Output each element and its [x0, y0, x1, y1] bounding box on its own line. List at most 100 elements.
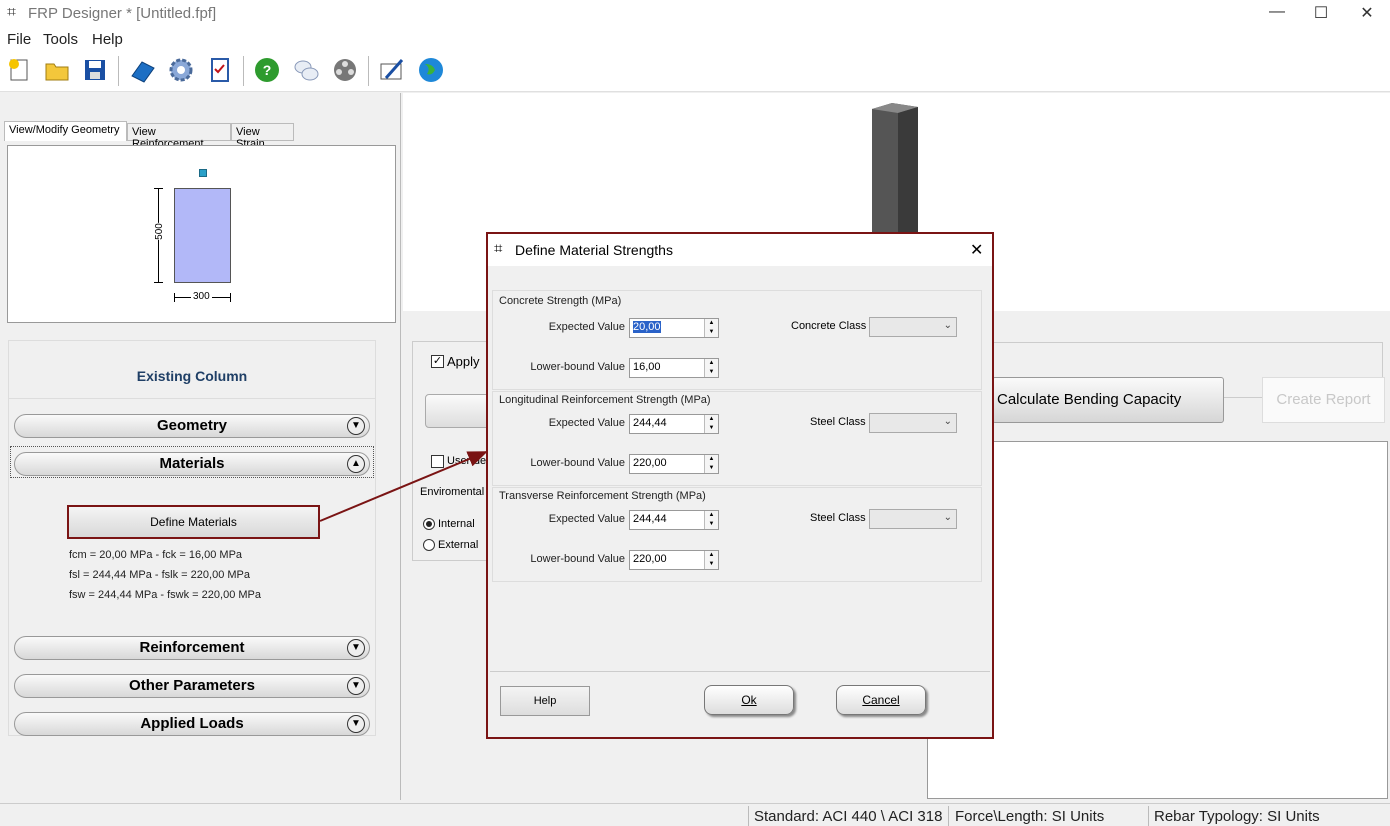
- left-panel: View/Modify Geometry View Reinforcement …: [0, 93, 401, 800]
- chevron-down-icon[interactable]: ▼: [347, 677, 365, 695]
- window-title: FRP Designer * [Untitled.fpf]: [28, 5, 217, 22]
- status-standard: Standard: ACI 440 \ ACI 318: [754, 808, 943, 825]
- transverse-expected-label: Expected Value: [548, 513, 625, 525]
- chevron-up-icon[interactable]: ▲: [347, 455, 365, 473]
- concrete-lower-label: Lower-bound Value: [530, 361, 625, 373]
- transverse-steel-class-select[interactable]: ⌄: [869, 509, 957, 529]
- materials-accordion[interactable]: Materials ▲: [14, 452, 370, 476]
- transverse-steel-class-label: Steel Class: [810, 512, 866, 524]
- longitudinal-group: Longitudinal Reinforcement Strength (MPa…: [492, 391, 982, 486]
- menu-bar: File Tools Help: [0, 28, 1390, 50]
- longitudinal-values: fsl = 244,44 MPa - fslk = 220,00 MPa: [69, 569, 250, 581]
- applied-loads-accordion[interactable]: Applied Loads ▼: [14, 712, 370, 736]
- spinner-arrows-icon[interactable]: ▲ ▼: [704, 359, 718, 377]
- applied-loads-accordion-label: Applied Loads: [140, 715, 244, 732]
- manual-book-icon[interactable]: [126, 54, 158, 86]
- transverse-expected-input[interactable]: 244,44 ▲ ▼: [629, 510, 719, 530]
- spinner-arrows-icon[interactable]: ▲ ▼: [704, 551, 718, 569]
- longitudinal-lower-input[interactable]: 220,00 ▲ ▼: [629, 454, 719, 474]
- chevron-down-icon: ⌄: [943, 320, 952, 331]
- concrete-class-label: Concrete Class: [791, 320, 867, 332]
- define-material-strengths-dialog: ⌗ Define Material Strengths ✕ Concrete S…: [486, 232, 994, 739]
- apply-label: Apply: [447, 354, 480, 369]
- chevron-down-icon[interactable]: ▼: [347, 417, 365, 435]
- column-section: [174, 188, 231, 283]
- geometry-accordion-label: Geometry: [156, 417, 228, 434]
- ok-button[interactable]: Ok: [704, 685, 794, 715]
- define-materials-button[interactable]: Define Materials: [67, 505, 320, 539]
- help-question-icon[interactable]: ?: [251, 54, 283, 86]
- reinforcement-accordion-label: Reinforcement: [139, 639, 245, 656]
- longitudinal-expected-input[interactable]: 244,44 ▲ ▼: [629, 414, 719, 434]
- status-bar: Standard: ACI 440 \ ACI 318 Force\Length…: [0, 803, 1390, 826]
- settings-gear-icon[interactable]: [165, 54, 197, 86]
- rebar-marker: [199, 169, 207, 177]
- longitudinal-lower-label: Lower-bound Value: [530, 457, 625, 469]
- app-icon: ⌗: [7, 4, 17, 21]
- maximize-icon[interactable]: ☐: [1306, 3, 1336, 23]
- user-defined-checkbox[interactable]: [431, 455, 444, 468]
- chevron-down-icon[interactable]: ▼: [347, 715, 365, 733]
- tab-view-modify-geometry[interactable]: View/Modify Geometry: [4, 121, 127, 141]
- open-folder-icon[interactable]: [41, 54, 73, 86]
- calculate-bending-capacity-button[interactable]: Calculate Bending Capacity: [992, 377, 1224, 423]
- cancel-button[interactable]: Cancel: [836, 685, 926, 715]
- other-parameters-accordion[interactable]: Other Parameters ▼: [14, 674, 370, 698]
- existing-column-label: Existing Column: [136, 368, 248, 384]
- status-units: Force\Length: SI Units: [955, 808, 1105, 825]
- longitudinal-steel-class-select[interactable]: ⌄: [869, 413, 957, 433]
- concrete-class-select[interactable]: ⌄: [869, 317, 957, 337]
- user-defined-label: User-de: [447, 455, 487, 467]
- save-disk-icon[interactable]: [79, 54, 111, 86]
- spinner-arrows-icon[interactable]: ▲ ▼: [704, 415, 718, 433]
- tab-view-reinforcement[interactable]: View Reinforcement: [127, 123, 231, 150]
- concrete-values: fcm = 20,00 MPa - fck = 16,00 MPa: [69, 549, 243, 561]
- svg-text:?: ?: [263, 62, 272, 78]
- chevron-down-icon: ⌄: [943, 416, 952, 427]
- geometry-accordion[interactable]: Geometry ▼: [14, 414, 370, 438]
- spinner-arrows-icon[interactable]: ▲ ▼: [704, 319, 718, 337]
- checklist-icon[interactable]: [204, 54, 236, 86]
- create-report-button[interactable]: Create Report: [1262, 377, 1385, 423]
- concrete-lower-input[interactable]: 16,00 ▲ ▼: [629, 358, 719, 378]
- internal-label: Internal: [438, 518, 475, 530]
- chevron-down-icon[interactable]: ▼: [347, 639, 365, 657]
- reinforcement-accordion[interactable]: Reinforcement ▼: [14, 636, 370, 660]
- enviromental-label: Enviromental: [420, 486, 485, 498]
- film-reel-icon[interactable]: [329, 54, 361, 86]
- spinner-arrows-icon[interactable]: ▲ ▼: [704, 455, 718, 473]
- materials-accordion-label: Materials: [159, 455, 225, 472]
- transverse-values: fsw = 244,44 MPa - fswk = 220,00 MPa: [69, 589, 261, 601]
- tab-view-strain[interactable]: View Strain: [231, 123, 294, 150]
- longitudinal-expected-label: Expected Value: [548, 417, 625, 429]
- menu-file[interactable]: File: [7, 31, 31, 48]
- concrete-group: Concrete Strength (MPa) Expected Value 2…: [492, 290, 982, 390]
- chat-bubbles-icon[interactable]: [290, 54, 322, 86]
- toolbar: ?: [0, 50, 1390, 92]
- title-bar: ⌗ FRP Designer * [Untitled.fpf] — ☐ ✕: [0, 0, 1390, 28]
- spinner-arrows-icon[interactable]: ▲ ▼: [704, 511, 718, 529]
- help-button[interactable]: Help: [500, 686, 590, 716]
- apply-button[interactable]: [425, 394, 495, 428]
- minimize-icon[interactable]: —: [1262, 3, 1292, 21]
- internal-radio[interactable]: [423, 518, 435, 530]
- email-pen-icon[interactable]: [376, 54, 408, 86]
- new-file-icon[interactable]: [3, 54, 35, 86]
- close-icon[interactable]: ✕: [1352, 3, 1382, 23]
- menu-help[interactable]: Help: [92, 31, 123, 48]
- external-radio[interactable]: [423, 539, 435, 551]
- dialog-close-icon[interactable]: ✕: [970, 240, 983, 260]
- transverse-group-title: Transverse Reinforcement Strength (MPa): [499, 490, 706, 502]
- transverse-lower-label: Lower-bound Value: [530, 553, 625, 565]
- column-3d-render: [872, 103, 918, 243]
- menu-tools[interactable]: Tools: [43, 31, 78, 48]
- width-dimension: 300: [191, 291, 212, 302]
- globe-icon[interactable]: [415, 54, 447, 86]
- transverse-lower-input[interactable]: 220,00 ▲ ▼: [629, 550, 719, 570]
- longitudinal-steel-class-label: Steel Class: [810, 416, 866, 428]
- transverse-group: Transverse Reinforcement Strength (MPa) …: [492, 487, 982, 582]
- apply-checkbox[interactable]: ✓: [431, 355, 444, 368]
- results-area: [927, 441, 1388, 799]
- concrete-expected-input[interactable]: 20,00 ▲ ▼: [629, 318, 719, 338]
- chevron-down-icon: ⌄: [943, 512, 952, 523]
